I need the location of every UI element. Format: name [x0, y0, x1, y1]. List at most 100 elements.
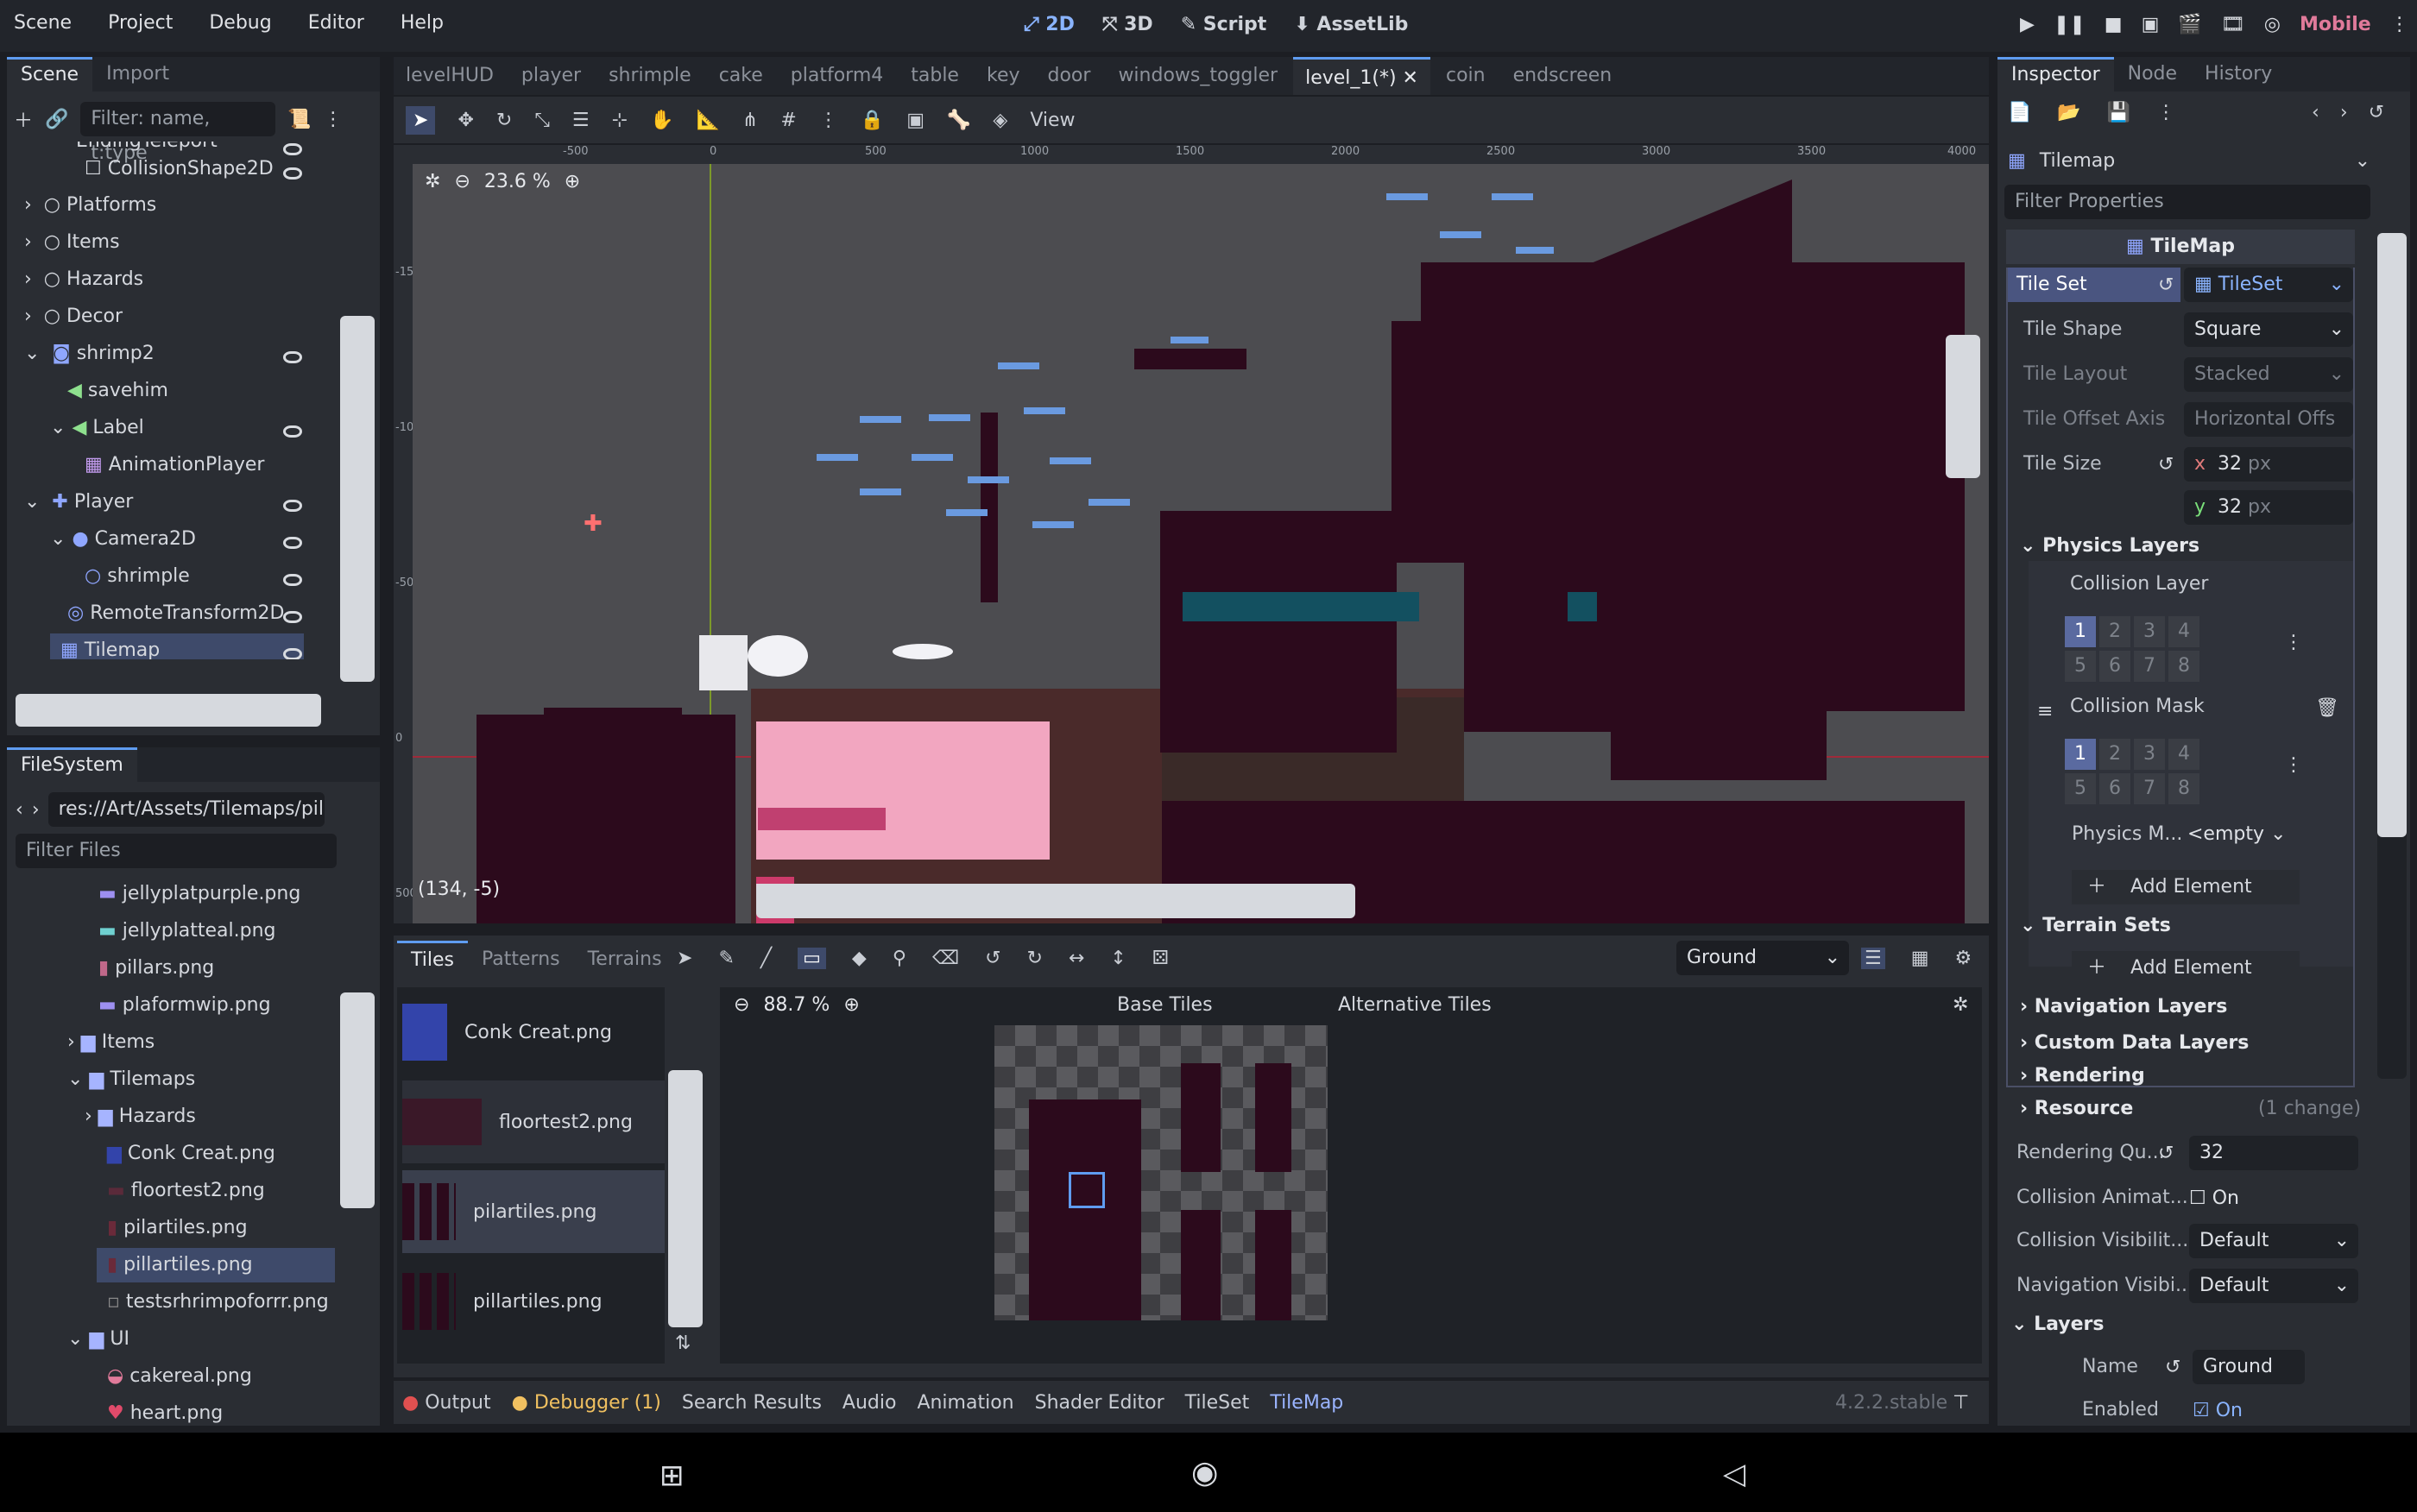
visibility-eye-icon[interactable] [283, 537, 302, 549]
tree-node[interactable]: ⌄ ● Camera2D [50, 522, 196, 557]
layer-bit[interactable]: 1 [2065, 616, 2096, 647]
tree-node-selected[interactable]: ▦ Tilemap [50, 633, 304, 659]
zoom-out-icon[interactable]: ⊖ [454, 171, 470, 192]
scale-tool-icon[interactable]: ⤡ [534, 110, 550, 131]
menu-debug[interactable]: Debug [209, 12, 271, 34]
file-item[interactable]: ◒ cakereal.png [107, 1359, 252, 1394]
file-item[interactable]: ▬ jellyplatteal.png [98, 914, 276, 948]
tile-offset-axis-select[interactable]: Horizontal Offs [2184, 402, 2353, 437]
tab-scene[interactable]: Scene [7, 57, 93, 91]
rendering-section[interactable]: › Rendering [2020, 1065, 2145, 1087]
mask-bit[interactable]: 4 [2168, 739, 2199, 770]
2d-viewport[interactable]: -500 0 500 1000 1500 2000 2500 3000 3500… [394, 145, 1989, 923]
mask-bit[interactable]: 2 [2099, 739, 2130, 770]
zoom-in-icon[interactable]: ⊕ [843, 994, 859, 1016]
smart-snap-icon[interactable]: ⋔ [742, 110, 758, 131]
file-item[interactable]: ▬ jellyplatpurple.png [98, 877, 300, 911]
folder-item[interactable]: ⌄ ▆ UI [67, 1322, 129, 1357]
tab-output[interactable]: ● Output [402, 1392, 491, 1414]
layer-select[interactable]: Ground ⌄ [1676, 941, 1849, 975]
tree-node[interactable]: ◀ savehim [67, 374, 168, 408]
visibility-eye-icon[interactable] [283, 425, 302, 438]
movie-maker-icon[interactable]: ◎ [2264, 14, 2281, 35]
history-icon[interactable]: ↺ [2369, 102, 2384, 123]
ruler-tool-icon[interactable]: 📐 [697, 110, 720, 131]
tile-size-y-field[interactable]: y 32 px [2184, 490, 2353, 525]
collision-layer-bits[interactable]: 1234 5678 [2063, 614, 2201, 684]
visibility-eye-icon[interactable] [283, 500, 302, 512]
scene-tree-scrollbar[interactable] [340, 316, 375, 682]
play-icon[interactable]: ▶ [2020, 14, 2035, 35]
filesystem-path-input[interactable]: res://Art/Assets/Tilemaps/pilla [47, 792, 325, 827]
stop-icon[interactable]: ■ [2105, 14, 2123, 35]
lock-icon[interactable]: 🔒 [861, 110, 884, 131]
layer-bit[interactable]: 4 [2168, 616, 2199, 647]
flip-h-icon[interactable]: ↔ [1069, 948, 1084, 969]
visibility-eye-icon[interactable] [283, 143, 302, 155]
group-icon[interactable]: ▣ [906, 110, 925, 131]
workspace-3d-button[interactable]: ⤧ 3D [1102, 14, 1153, 35]
tree-node[interactable]: › ○ Decor [24, 299, 123, 334]
layer-bit[interactable]: 7 [2134, 651, 2165, 682]
workspace-script-button[interactable]: ✎ Script [1181, 14, 1267, 35]
tree-node[interactable]: › ○ Hazards [24, 262, 143, 297]
tile-source-item[interactable]: floortest2.png [402, 1080, 665, 1163]
navigation-visibility-select[interactable]: Default ⌄ [2189, 1269, 2358, 1303]
file-item[interactable]: ▮ pillars.png [98, 951, 214, 986]
open-resource-icon[interactable]: 📂 [2057, 102, 2080, 123]
bucket-tool-icon[interactable]: ◆ [852, 948, 867, 969]
scene-tab[interactable]: door [1036, 57, 1103, 95]
tile-atlas-view[interactable]: ⊖ 88.7 % ⊕ Base Tiles Alternative Tiles … [720, 987, 1982, 1364]
view-menu[interactable]: View [1030, 110, 1075, 131]
tile-source-item[interactable]: Conk Creat.png [402, 991, 665, 1074]
visibility-eye-icon[interactable] [283, 351, 302, 363]
scene-tree-hscrollbar[interactable] [16, 694, 321, 727]
revert-icon[interactable]: ↺ [2165, 1357, 2180, 1378]
file-item[interactable]: ▬ floortest2.png [107, 1174, 265, 1208]
file-item-selected[interactable]: ▮ pillartiles.png [97, 1248, 335, 1282]
tree-node[interactable]: ⌄ ✚ Player [24, 485, 133, 520]
visibility-eye-icon[interactable] [283, 648, 302, 659]
grid-toggle-icon[interactable]: ▦ [1911, 948, 1929, 969]
tab-inspector[interactable]: Inspector [1997, 57, 2114, 91]
tab-audio[interactable]: Audio [842, 1392, 897, 1414]
mask-bit[interactable]: 6 [2099, 773, 2130, 804]
layers-section[interactable]: ⌄ Layers [2011, 1314, 2105, 1335]
tile-atlas-image[interactable] [994, 1025, 1328, 1320]
tab-search-results[interactable]: Search Results [682, 1392, 822, 1414]
center-view-icon[interactable]: ✲ [425, 171, 440, 192]
revert-icon[interactable]: ↺ [2158, 274, 2174, 296]
more-icon[interactable]: ⋮ [819, 110, 838, 131]
tree-node[interactable]: ☐ CollisionShape2D [85, 152, 274, 186]
resource-section[interactable]: › Resource [2020, 1098, 2133, 1119]
tab-animation[interactable]: Animation [917, 1392, 1013, 1414]
drag-handle-icon[interactable]: ≡ [2037, 701, 2053, 722]
inspector-object-selector[interactable]: ▦ Tilemap ⌄ [2008, 143, 2370, 178]
tile-source-item[interactable]: pillartiles.png [402, 1260, 665, 1343]
bone-icon[interactable]: 🦴 [947, 110, 970, 131]
filesystem-filter-input[interactable]: Filter Files [16, 834, 337, 868]
file-item[interactable]: ♥ heart.png [107, 1396, 223, 1426]
collision-mask-bits[interactable]: 1234 5678 [2063, 737, 2201, 806]
rendering-quadrant-field[interactable]: 32 [2189, 1136, 2358, 1170]
file-item[interactable]: ▫ testsrhrimpoforrr.png [107, 1285, 329, 1320]
scene-filter-input[interactable]: Filter: name, t:type [80, 102, 276, 164]
zoom-in-icon[interactable]: ⊕ [565, 171, 580, 192]
viewport-vscrollbar[interactable] [1946, 335, 1980, 478]
script-icon[interactable]: 📜 [287, 109, 311, 130]
folder-item[interactable]: › ▆ Items [67, 1025, 155, 1060]
tab-shader-editor[interactable]: Shader Editor [1035, 1392, 1164, 1414]
tab-terrains[interactable]: Terrains [574, 941, 676, 979]
pan-tool-icon[interactable]: ✋ [650, 110, 673, 131]
tab-node[interactable]: Node [2114, 57, 2191, 91]
zoom-out-icon[interactable]: ⊖ [734, 994, 749, 1016]
tree-node[interactable]: ○ shrimple [85, 559, 190, 594]
tab-patterns[interactable]: Patterns [468, 941, 574, 979]
center-view-icon[interactable]: ✲ [1953, 994, 1968, 1016]
line-tool-icon[interactable]: ╱ [760, 948, 772, 969]
file-item[interactable]: ▮ pilartiles.png [107, 1211, 248, 1245]
grid-snap-icon[interactable]: # [780, 110, 796, 131]
tile-layout-select[interactable]: Stacked ⌄ [2184, 357, 2353, 392]
remote-debug-icon[interactable]: ▣ [2142, 14, 2160, 35]
tree-node[interactable]: › ○ Platforms [24, 188, 156, 223]
